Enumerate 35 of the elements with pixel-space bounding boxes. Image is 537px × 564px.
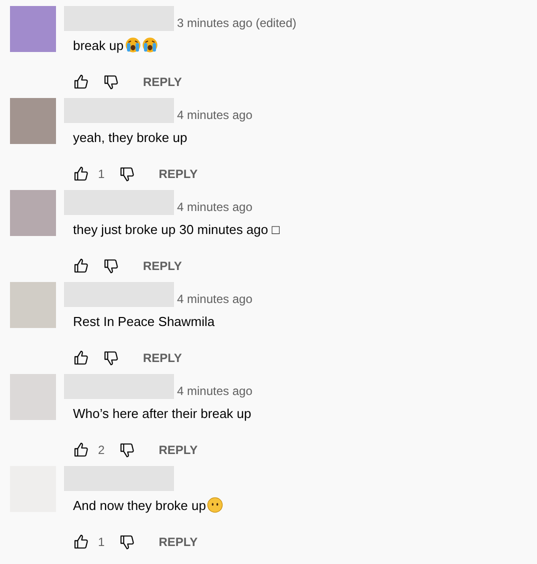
comment-text: break up — [73, 38, 124, 52]
reply-button[interactable]: REPLY — [139, 257, 186, 275]
like-count: 1 — [98, 167, 105, 181]
reply-button[interactable]: REPLY — [139, 73, 186, 91]
like-icon[interactable] — [73, 166, 89, 182]
dislike-icon[interactable] — [118, 442, 135, 458]
timestamp: 4 minutes ago — [177, 383, 252, 399]
dislike-icon[interactable] — [103, 258, 119, 274]
dislike-icon[interactable] — [103, 74, 119, 90]
reply-button[interactable]: REPLY — [154, 165, 202, 183]
timestamp: 4 minutes ago — [177, 107, 252, 123]
comment-text: Rest In Peace Shawmila — [73, 314, 215, 328]
timestamp: 3 minutes ago (edited) — [177, 15, 296, 31]
like-icon[interactable] — [73, 534, 89, 550]
like-icon[interactable] — [73, 442, 89, 458]
like-count: 1 — [98, 535, 105, 549]
dislike-icon[interactable] — [118, 166, 135, 182]
timestamp: 4 minutes ago — [177, 199, 252, 215]
comment-text: Who’s here after their break up — [73, 406, 252, 420]
reply-button[interactable]: REPLY — [154, 533, 202, 551]
like-icon[interactable] — [73, 74, 89, 90]
like-icon[interactable] — [73, 350, 89, 366]
like-count: 2 — [98, 443, 105, 457]
face-icon — [206, 497, 223, 513]
timestamp: 4 minutes ago — [177, 291, 252, 307]
crying-face-icon — [142, 37, 158, 53]
like-icon[interactable] — [73, 258, 89, 274]
reply-button[interactable]: REPLY — [154, 441, 202, 459]
reply-button[interactable]: REPLY — [139, 349, 186, 367]
comment-text: they just broke up 30 minutes ago □ — [73, 222, 280, 236]
comment-text: yeah, they broke up — [73, 130, 188, 144]
comment-text: And now they broke up — [73, 498, 206, 512]
dislike-icon[interactable] — [103, 350, 119, 366]
crying-face-icon — [124, 37, 141, 53]
dislike-icon[interactable] — [118, 534, 135, 550]
